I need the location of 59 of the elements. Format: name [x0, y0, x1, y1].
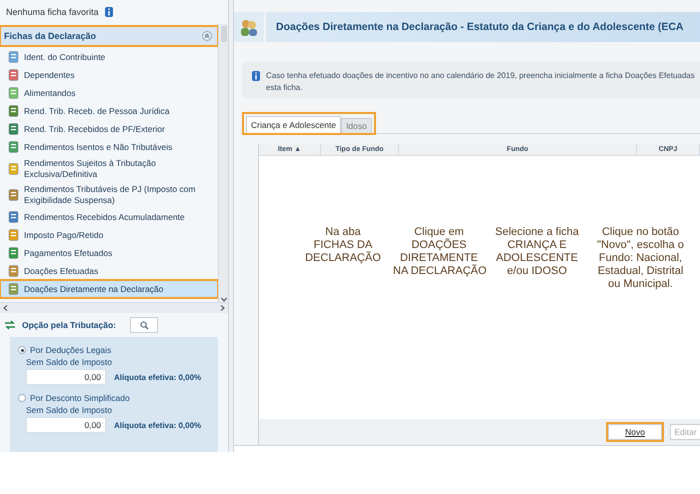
sidebar-item[interactable]: Rendimentos Recebidos Acumuladamente — [0, 208, 218, 226]
instruction-note: Clique em DOAÇÕES DIRETAMENTE NA DECLARAÇÃO — [393, 226, 485, 279]
balance-caption: Sem Saldo de Imposto — [25, 357, 113, 367]
sidebar-item[interactable]: Pagamentos Efetuados — [0, 244, 218, 262]
sidebar-item[interactable]: Doações Diretamente na Declaração — [0, 280, 218, 298]
search-icon — [140, 320, 148, 330]
form-icon — [8, 141, 19, 153]
rate-text: Alíquota efetiva: 0,00% — [114, 372, 202, 382]
tab[interactable]: Idoso — [341, 118, 372, 133]
form-icon — [8, 163, 19, 175]
form-icon — [8, 229, 19, 241]
search-button[interactable] — [130, 317, 158, 333]
sidebar-item[interactable]: Ident. do Contribuinte — [0, 48, 218, 66]
people-icon — [239, 17, 259, 37]
action-button[interactable]: Novo — [608, 424, 662, 440]
scrollbar-thumb[interactable] — [220, 26, 226, 42]
sidebar-item[interactable]: Alimentandos — [0, 84, 218, 102]
taxation-title: Opção pela Tributação: — [22, 320, 116, 330]
form-icon — [8, 105, 19, 117]
tab[interactable]: Criança e Adolescente — [246, 116, 342, 133]
sidebar-item[interactable]: Rend. Trib. Recebidos de PF/Exterior — [0, 120, 218, 138]
section-title: Fichas da Declaração — [4, 31, 96, 41]
favorites-text: Nenhuma ficha favorita — [6, 7, 99, 17]
vertical-scrollbar[interactable] — [218, 24, 228, 302]
sidebar-item[interactable]: Dependentes — [0, 66, 218, 84]
radio-label: Por Deduções Legais — [30, 345, 112, 355]
sidebar-item[interactable]: Rendimentos Tributáveis de PJ (Imposto com Exigibilidade Suspensa) — [0, 182, 218, 208]
section-header[interactable]: Fichas da Declaração — [0, 26, 218, 46]
sidebar-item[interactable]: Doações Efetuadas — [0, 262, 218, 280]
form-icon — [8, 265, 19, 277]
sidebar-item[interactable]: Rendimentos Isentos e Não Tributáveis — [0, 138, 218, 156]
info-icon — [104, 7, 113, 17]
instruction-note: Na aba FICHAS DA DECLARAÇÃO — [304, 226, 382, 266]
horizontal-scrollbar[interactable] — [0, 302, 228, 313]
sidebar-item[interactable]: Rend. Trib. Receb. de Pessoa Jurídica — [0, 102, 218, 120]
sidebar-item[interactable]: Imposto Pago/Retido — [0, 226, 218, 244]
amount-field[interactable]: 0,00 — [26, 369, 106, 385]
balance-caption: Sem Saldo de Imposto — [25, 405, 113, 415]
form-icon — [8, 123, 19, 135]
form-icon — [8, 51, 19, 63]
instruction-note: Clique no botão "Novo", escolha o Fundo: Nacional, Estadual, Distrital ou Municipal. — [596, 226, 685, 292]
swap-arrows-icon — [4, 320, 16, 330]
instruction-note: Selecione a ficha CRIANÇA E ADOLESCENTE e/ou IDOSO — [494, 226, 580, 279]
info-text: Caso tenha efetuado doações de incentivo no ano calendário de 2019, preencha inicialmente a ficha Doações Efetuadas esta ficha. — [266, 70, 695, 90]
form-icon — [8, 69, 19, 81]
radio-button[interactable] — [18, 346, 26, 354]
form-icon — [8, 189, 19, 201]
form-icon — [8, 87, 19, 99]
radio-label: Por Desconto Simplificado — [30, 393, 130, 403]
page-title: Doações Diretamente na Declaração - Estatuto da Criança e do Adolescente (ECA — [266, 12, 700, 42]
info-icon — [252, 71, 260, 81]
sidebar-item[interactable]: Rendimentos Sujeitos à Tributação Exclusiva/Definitiva — [0, 156, 218, 182]
amount-field[interactable]: 0,00 — [26, 417, 106, 433]
radio-button[interactable] — [18, 394, 26, 402]
form-icon — [8, 211, 19, 223]
collapse-icon[interactable] — [202, 31, 212, 41]
form-icon — [8, 247, 19, 259]
form-icon — [8, 283, 19, 295]
rate-text: Alíquota efetiva: 0,00% — [114, 420, 202, 430]
